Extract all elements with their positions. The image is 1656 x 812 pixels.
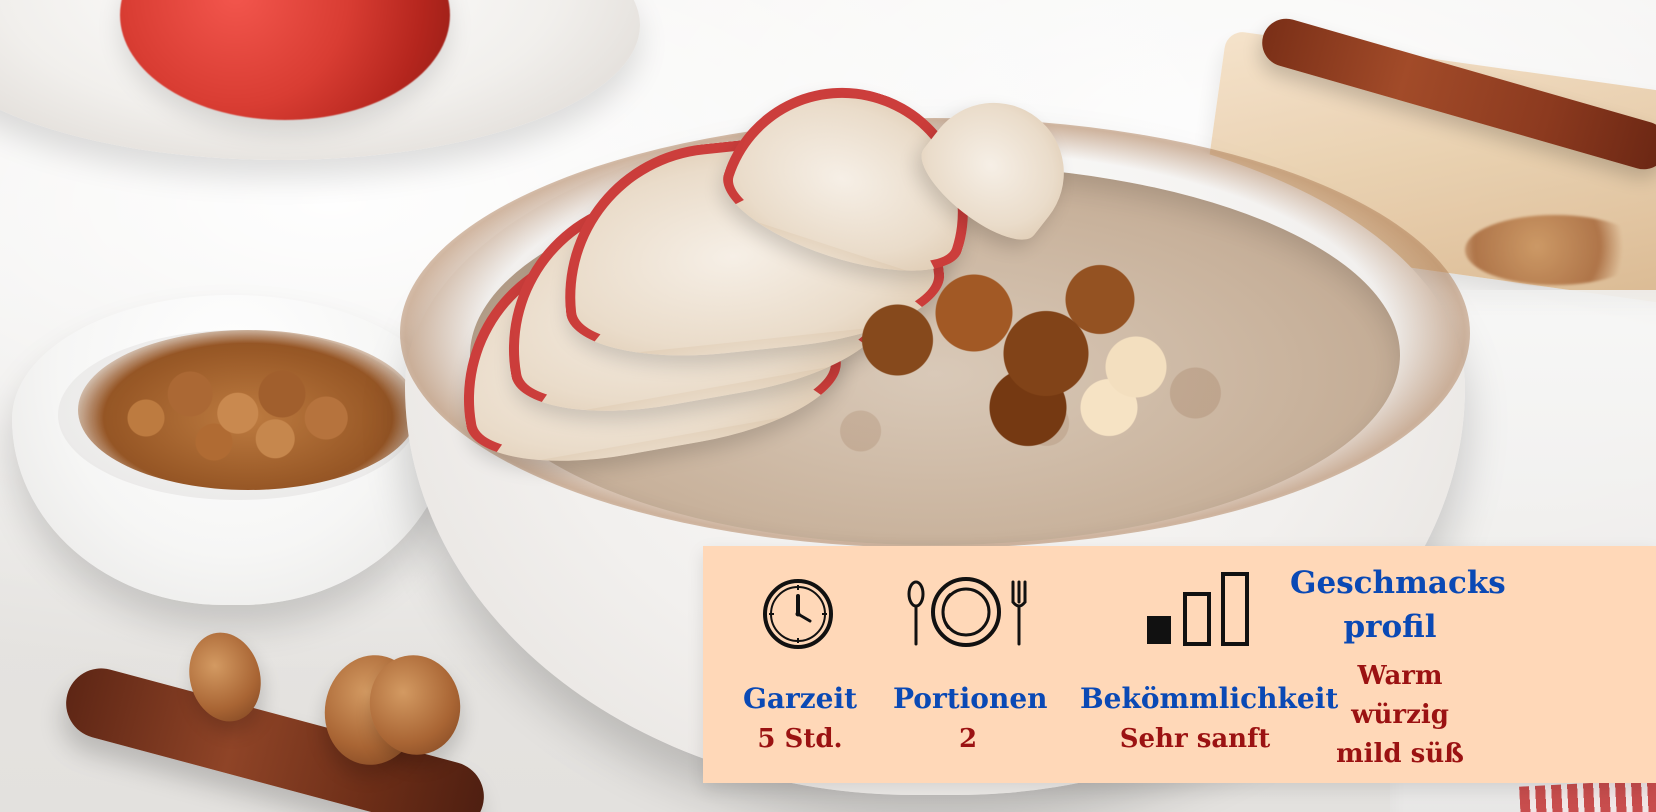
garzeit-label: Garzeit xyxy=(742,682,858,715)
geschmacksprofil-line: würzig xyxy=(1351,700,1449,730)
geschmacksprofil-line: Warm xyxy=(1357,661,1443,691)
walnut-pile xyxy=(78,330,418,490)
background-walnuts xyxy=(1465,215,1645,285)
walnut-topping xyxy=(785,205,1235,475)
geschmacksprofil-title-line-2: profil xyxy=(1343,609,1437,645)
garzeit-value: 5 Std. xyxy=(757,724,843,754)
bekoemmlichkeit-value: Sehr sanft xyxy=(1119,724,1271,754)
portionen-label: Portionen xyxy=(893,682,1048,715)
geschmacksprofil-title-line-1: Geschmacks xyxy=(1290,565,1506,601)
clock-icon xyxy=(763,579,833,649)
food-photo-scene: Garzeit 5 Std. Portionen 2 Bekömmlichkei… xyxy=(0,0,1656,812)
plate-cutlery-icon xyxy=(907,577,1027,647)
geschmacksprofil-line: mild süß xyxy=(1336,739,1464,769)
bekoemmlichkeit-label: Bekömmlichkeit xyxy=(1080,682,1339,715)
portionen-value: 2 xyxy=(958,724,978,754)
digestibility-bars-icon xyxy=(1147,572,1249,646)
